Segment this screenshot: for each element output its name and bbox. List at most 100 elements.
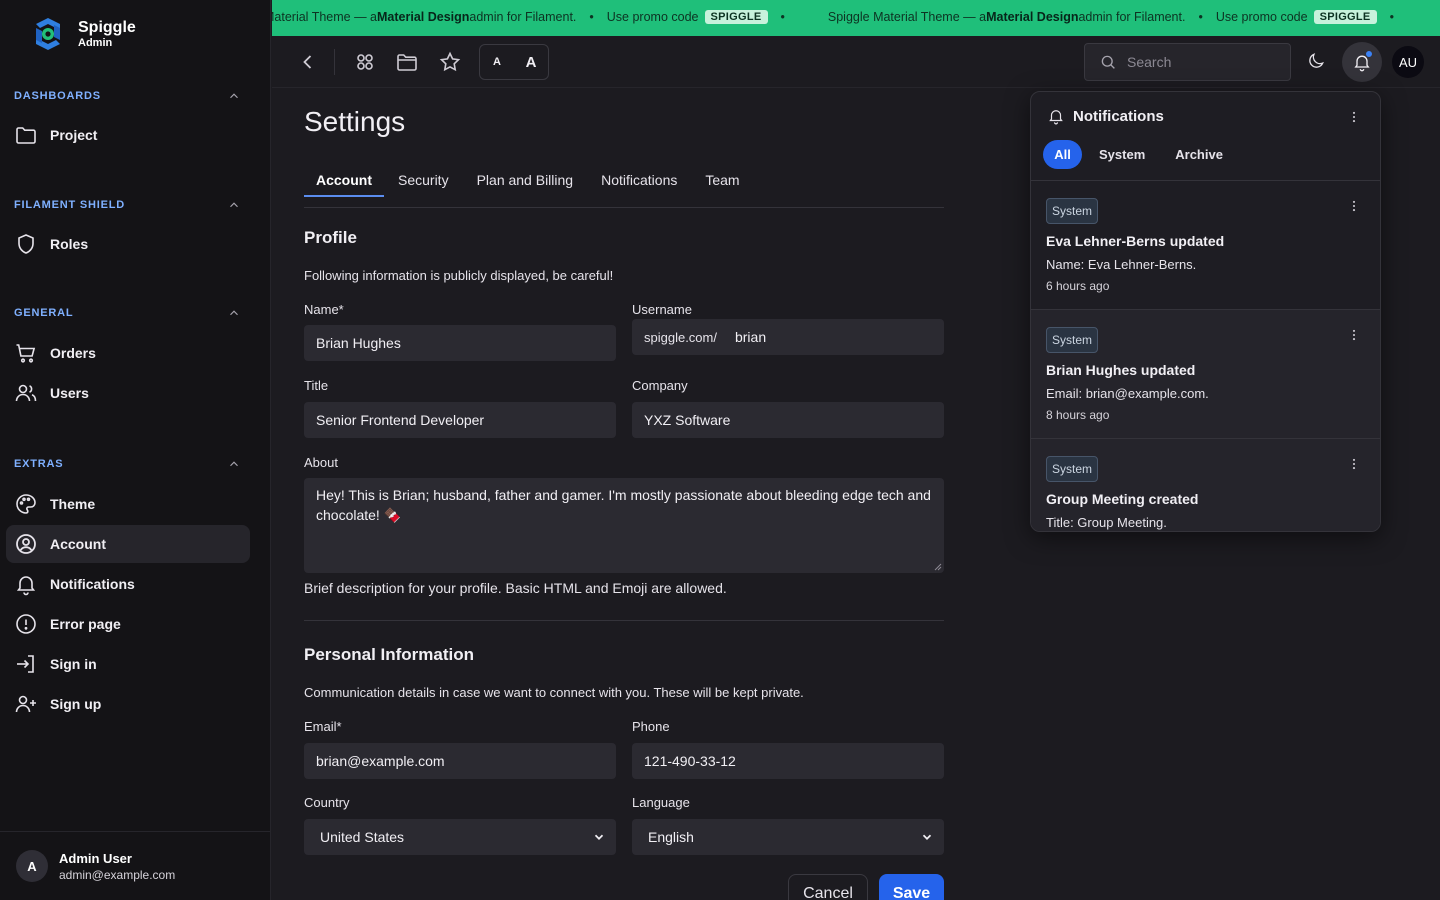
language-select[interactable]: English (632, 819, 944, 855)
notification-item[interactable]: System Group Meeting created Title: Grou… (1031, 438, 1380, 531)
nav-group-extras: EXTRAS Theme Account Notifications Error… (0, 452, 271, 725)
promo-code-text: Use promo code SPIGGLE (607, 10, 768, 24)
sidebar-item-project[interactable]: Project (6, 116, 250, 154)
star-icon[interactable] (438, 50, 462, 74)
sidebar-item-label: Project (50, 127, 98, 143)
notifications-tab-system[interactable]: System (1099, 147, 1145, 162)
notification-item[interactable]: System Eva Lehner-Berns updated Name: Ev… (1031, 180, 1380, 309)
moon-icon[interactable] (1306, 51, 1326, 71)
search-input[interactable] (1127, 54, 1277, 70)
company-input[interactable] (644, 412, 932, 428)
grid-icon[interactable] (353, 50, 377, 74)
palette-icon (16, 494, 36, 514)
cancel-button[interactable]: Cancel (788, 874, 868, 900)
group-label: FILAMENT SHIELD (14, 199, 125, 211)
profile-section-title: Profile (304, 228, 357, 247)
username-prefix: spiggle.com/ (644, 329, 717, 345)
tab-plan-and-billing[interactable]: Plan and Billing (463, 166, 588, 207)
folder-icon[interactable] (395, 50, 419, 74)
search-icon (1101, 55, 1115, 69)
sidebar-user[interactable]: A Admin User admin@example.com (0, 831, 271, 900)
notification-body: Name: Eva Lehner-Berns. (1046, 257, 1197, 272)
sidebar-item-label: Users (50, 385, 89, 401)
topbar: A A AU (272, 36, 1440, 88)
sidebar-item-error-page[interactable]: Error page (6, 605, 250, 643)
sidebar-item-sign-up[interactable]: Sign up (6, 685, 250, 723)
country-select[interactable]: United States (304, 819, 616, 855)
toolbar-divider (334, 49, 335, 75)
personal-description: Communication details in case we want to… (304, 685, 804, 700)
font-size-small-button[interactable]: A (480, 56, 514, 68)
notification-item[interactable]: System Brian Hughes updated Email: brian… (1031, 309, 1380, 438)
more-vertical-icon[interactable] (1347, 199, 1361, 213)
name-input[interactable] (316, 335, 604, 351)
page-title: Settings (304, 106, 406, 137)
title-label: Title (304, 378, 329, 393)
brand[interactable]: Spiggle Admin (30, 16, 136, 52)
username-input[interactable] (734, 329, 932, 345)
brand-name: Spiggle (78, 18, 136, 36)
notification-body: Email: brian@example.com. (1046, 386, 1209, 401)
personal-section-title: Personal Information (304, 645, 475, 664)
save-button[interactable]: Save (879, 874, 944, 900)
group-label: EXTRAS (14, 458, 64, 470)
notifications-tab-archive[interactable]: Archive (1175, 147, 1223, 162)
sidebar-item-orders[interactable]: Orders (6, 334, 250, 372)
tab-security[interactable]: Security (384, 166, 463, 207)
sidebar-item-notifications[interactable]: Notifications (6, 565, 250, 603)
tab-notifications[interactable]: Notifications (587, 166, 691, 207)
phone-input[interactable] (644, 753, 932, 769)
sidebar-item-label: Orders (50, 345, 96, 361)
notifications-button[interactable] (1342, 42, 1382, 82)
chevron-left-icon[interactable] (296, 50, 320, 74)
sidebar-item-users[interactable]: Users (6, 374, 250, 412)
chevron-up-icon (230, 461, 238, 467)
sidebar-item-label: Sign in (50, 656, 97, 672)
notification-body: Title: Group Meeting. (1046, 515, 1167, 530)
email-input[interactable] (316, 753, 604, 769)
tab-account[interactable]: Account (304, 166, 384, 207)
exclamation-circle-icon (16, 614, 36, 634)
promo-text: Spiggle Material Theme — a Material Desi… (828, 10, 1186, 24)
country-field: Country United States (304, 795, 616, 855)
more-vertical-icon[interactable] (1347, 457, 1361, 471)
notification-title: Brian Hughes updated (1046, 362, 1196, 378)
cart-icon (16, 344, 36, 363)
promo-strong: Material Design (986, 10, 1079, 24)
search-box[interactable] (1084, 43, 1291, 81)
sidebar-item-theme[interactable]: Theme (6, 485, 250, 523)
sidebar-item-roles[interactable]: Roles (6, 225, 250, 263)
tab-team[interactable]: Team (691, 166, 753, 207)
promo-banner[interactable]: Material Theme — a Material Design admin… (272, 0, 1440, 36)
group-header-dashboards[interactable]: DASHBOARDS (0, 84, 271, 108)
promo-code-badge: SPIGGLE (704, 10, 768, 24)
language-value: English (648, 829, 694, 845)
more-vertical-icon[interactable] (1347, 328, 1361, 342)
promo-suffix: admin for Filament. (1078, 10, 1186, 24)
sidebar-item-label: Notifications (50, 576, 135, 592)
font-size-large-button[interactable]: A (514, 54, 548, 71)
sidebar-item-account[interactable]: Account (6, 525, 250, 563)
about-textarea[interactable]: Hey! This is Brian; husband, father and … (304, 478, 944, 573)
notification-badge: System (1046, 456, 1099, 482)
notifications-tab-all[interactable]: All (1043, 140, 1082, 169)
email-label: Email* (304, 719, 342, 734)
more-vertical-icon[interactable] (1347, 110, 1361, 124)
notifications-header: Notifications (1047, 107, 1164, 125)
name-field: Name* (304, 302, 616, 361)
about-helper-text: Brief description for your profile. Basi… (304, 580, 727, 596)
resize-handle-icon[interactable] (934, 563, 942, 571)
sidebar-item-sign-in[interactable]: Sign in (6, 645, 250, 683)
sidebar: Spiggle Admin DASHBOARDS Project FILAMEN… (0, 0, 271, 900)
group-header-filament-shield[interactable]: FILAMENT SHIELD (0, 193, 271, 217)
group-header-general[interactable]: GENERAL (0, 301, 271, 325)
title-input[interactable] (316, 412, 604, 428)
about-text: Hey! This is Brian; husband, father and … (316, 487, 931, 523)
group-header-extras[interactable]: EXTRAS (0, 452, 271, 476)
sidebar-item-label: Sign up (50, 696, 102, 712)
name-label: Name* (304, 302, 344, 317)
user-avatar-button[interactable]: AU (1392, 46, 1424, 78)
company-label: Company (632, 378, 688, 393)
notifications-panel: Notifications All System Archive System … (1030, 91, 1381, 532)
promo-code-badge: SPIGGLE (1313, 10, 1377, 24)
